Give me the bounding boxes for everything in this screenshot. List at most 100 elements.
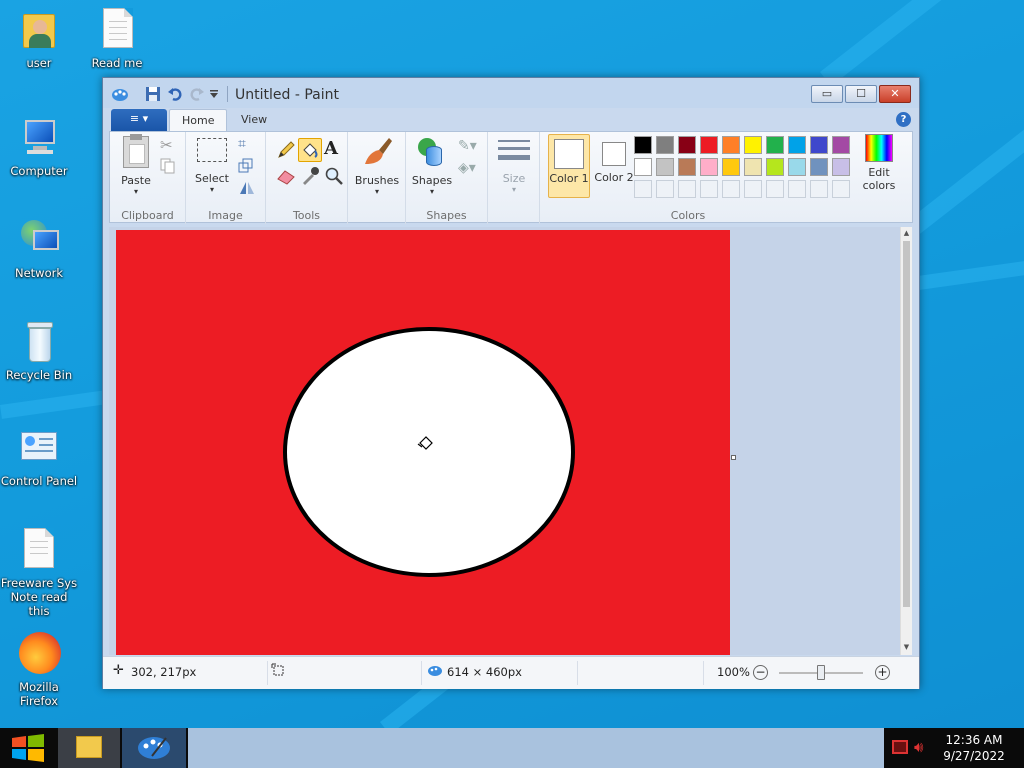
zoom-out-button[interactable]: − bbox=[753, 665, 768, 680]
color-swatch[interactable] bbox=[832, 136, 850, 154]
firefox-icon bbox=[17, 632, 61, 676]
custom-color-slot[interactable] bbox=[766, 180, 784, 198]
copy-icon[interactable] bbox=[160, 158, 180, 178]
color-swatch[interactable] bbox=[700, 158, 718, 176]
desktop-icon-firefox[interactable]: Mozilla Firefox bbox=[0, 632, 78, 708]
desktop-icon-read-me[interactable]: Read me bbox=[78, 8, 156, 70]
desktop-icon-user[interactable]: user bbox=[0, 8, 78, 70]
volume-tray-icon[interactable]: 🔊︎ bbox=[914, 738, 923, 756]
canvas-resize-handle[interactable] bbox=[731, 455, 736, 460]
edit-colors-button[interactable]: Edit colors bbox=[858, 134, 900, 192]
network-tray-icon[interactable] bbox=[892, 740, 908, 754]
customize-quick-access-icon[interactable] bbox=[209, 88, 219, 104]
close-button[interactable]: ✕ bbox=[879, 85, 911, 103]
size-group: Size ▾ bbox=[488, 132, 540, 224]
selection-size-icon bbox=[271, 663, 285, 680]
file-menu-button[interactable]: ≡ ▾ bbox=[111, 109, 167, 131]
fill-bucket-icon[interactable] bbox=[298, 138, 322, 162]
vertical-scrollbar[interactable]: ▲ ▼ bbox=[900, 227, 912, 655]
desktop-icon-network[interactable]: Network bbox=[0, 218, 78, 280]
color-swatch[interactable] bbox=[722, 158, 740, 176]
zoom-slider-thumb[interactable] bbox=[817, 665, 825, 680]
clock-time[interactable]: 12:36 AM bbox=[936, 733, 1012, 747]
color2-button[interactable]: Color 2 bbox=[594, 134, 634, 198]
magnifier-icon[interactable] bbox=[324, 166, 344, 186]
redo-icon[interactable] bbox=[189, 86, 205, 102]
color1-button[interactable]: Color 1 bbox=[548, 134, 590, 198]
text-tool-icon[interactable]: A bbox=[324, 138, 344, 159]
clock-date[interactable]: 9/27/2022 bbox=[936, 749, 1012, 763]
custom-color-slot[interactable] bbox=[788, 180, 806, 198]
custom-color-slot[interactable] bbox=[722, 180, 740, 198]
color-swatch[interactable] bbox=[788, 136, 806, 154]
save-icon[interactable] bbox=[145, 86, 161, 102]
color-swatch[interactable] bbox=[700, 136, 718, 154]
zoom-in-button[interactable]: + bbox=[875, 665, 890, 680]
color-swatch[interactable] bbox=[766, 136, 784, 154]
paint-palette-icon bbox=[138, 737, 170, 759]
color-swatch[interactable] bbox=[810, 136, 828, 154]
color-swatch[interactable] bbox=[744, 136, 762, 154]
color-swatch[interactable] bbox=[634, 158, 652, 176]
crop-icon[interactable]: ⌗ bbox=[238, 136, 258, 156]
scroll-up-arrow[interactable]: ▲ bbox=[901, 229, 912, 237]
custom-color-slot[interactable] bbox=[678, 180, 696, 198]
start-button[interactable] bbox=[0, 728, 56, 768]
scroll-down-arrow[interactable]: ▼ bbox=[901, 643, 912, 651]
taskbar-file-explorer[interactable] bbox=[58, 728, 120, 768]
custom-color-slot[interactable] bbox=[810, 180, 828, 198]
minimize-button[interactable]: ▭ bbox=[811, 85, 843, 103]
custom-color-slot[interactable] bbox=[634, 180, 652, 198]
custom-color-slot[interactable] bbox=[832, 180, 850, 198]
title-bar: Untitled - Paint ▭ ☐ ✕ bbox=[103, 78, 919, 108]
zoom-slider[interactable] bbox=[779, 665, 863, 680]
size-lines-icon bbox=[498, 140, 530, 160]
resize-icon[interactable] bbox=[238, 158, 258, 178]
tab-view[interactable]: View bbox=[229, 109, 279, 131]
size-button[interactable]: Size ▾ bbox=[494, 140, 534, 194]
color-picker-icon[interactable] bbox=[300, 166, 320, 186]
window-title: Untitled - Paint bbox=[235, 87, 339, 103]
desktop-icon-computer[interactable]: Computer bbox=[0, 116, 78, 178]
color-swatch[interactable] bbox=[744, 158, 762, 176]
drawn-ellipse bbox=[283, 327, 575, 577]
tab-home[interactable]: Home bbox=[169, 109, 228, 131]
fill-icon[interactable]: ◈▾ bbox=[458, 160, 478, 180]
custom-color-slot[interactable] bbox=[656, 180, 674, 198]
color-swatch[interactable] bbox=[678, 136, 696, 154]
brushes-button[interactable]: Brushes ▾ bbox=[352, 136, 402, 196]
color-swatch[interactable] bbox=[722, 136, 740, 154]
select-button[interactable]: Select ▾ bbox=[192, 138, 232, 194]
color-swatch[interactable] bbox=[810, 158, 828, 176]
drawing-canvas[interactable] bbox=[116, 230, 730, 655]
canvas-drawing bbox=[283, 327, 575, 577]
color-swatch[interactable] bbox=[766, 158, 784, 176]
shapes-button[interactable]: Shapes ▾ bbox=[410, 136, 454, 196]
pencil-icon[interactable] bbox=[276, 140, 296, 160]
color-swatch[interactable] bbox=[634, 136, 652, 154]
color-swatch[interactable] bbox=[788, 158, 806, 176]
desktop-icon-control-panel[interactable]: Control Panel bbox=[0, 426, 78, 488]
text-document-icon bbox=[17, 528, 61, 572]
scroll-thumb[interactable] bbox=[903, 241, 910, 607]
color-swatch[interactable] bbox=[678, 158, 696, 176]
undo-icon[interactable] bbox=[167, 86, 183, 102]
rotate-icon[interactable] bbox=[238, 180, 258, 200]
eraser-icon[interactable] bbox=[276, 166, 296, 186]
cut-icon[interactable]: ✂ bbox=[160, 136, 180, 156]
outline-icon[interactable]: ✎▾ bbox=[458, 138, 478, 158]
help-icon[interactable]: ? bbox=[896, 112, 911, 127]
paste-button[interactable]: Paste ▾ bbox=[116, 134, 156, 196]
custom-color-slot[interactable] bbox=[744, 180, 762, 198]
custom-color-slot[interactable] bbox=[700, 180, 718, 198]
desktop-icon-label: Mozilla Firefox bbox=[19, 680, 59, 708]
desktop-icon-recycle-bin[interactable]: Recycle Bin bbox=[0, 320, 78, 382]
color-swatch[interactable] bbox=[656, 136, 674, 154]
maximize-button[interactable]: ☐ bbox=[845, 85, 877, 103]
taskbar-paint[interactable] bbox=[122, 728, 186, 768]
desktop-icon-freeware-note[interactable]: Freeware Sys Note read this bbox=[0, 528, 78, 618]
desktop-icon-label: Freeware Sys Note read this bbox=[0, 576, 78, 618]
color-swatch[interactable] bbox=[656, 158, 674, 176]
color-swatch[interactable] bbox=[832, 158, 850, 176]
paint-app-icon[interactable] bbox=[111, 86, 128, 102]
